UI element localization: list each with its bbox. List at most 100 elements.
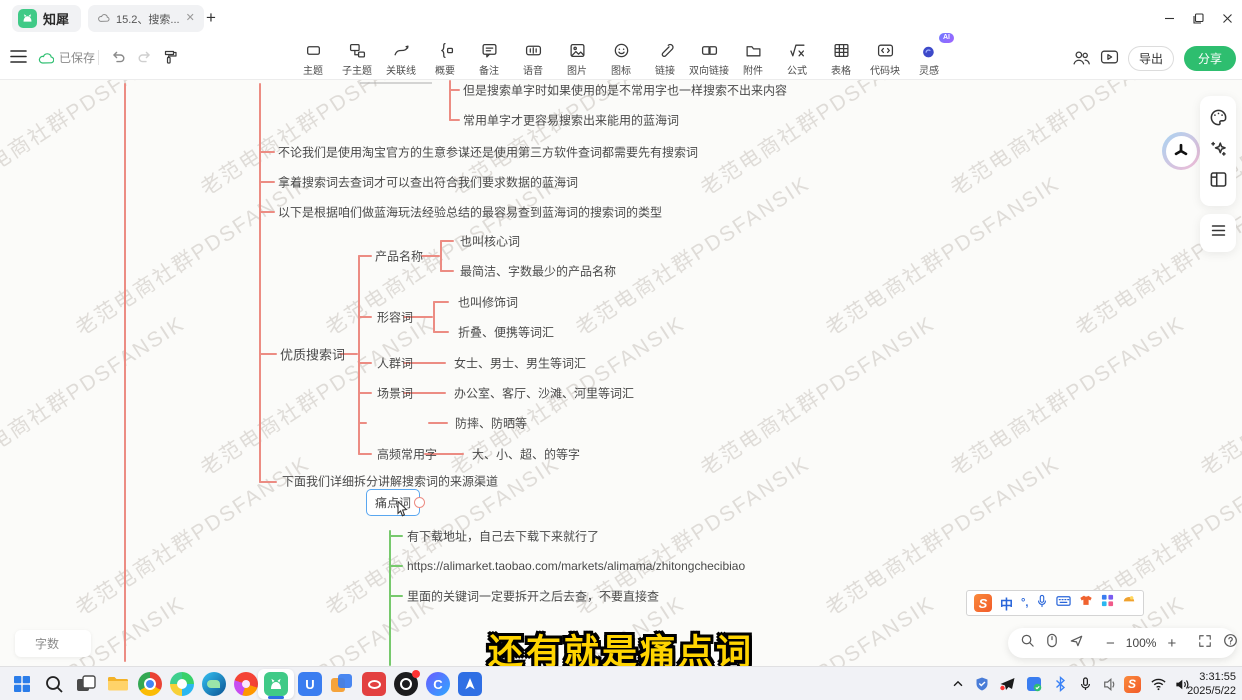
tray-app-check[interactable] [1024,674,1044,694]
tray-bluetooth[interactable] [1050,674,1070,694]
app-logo[interactable]: 知犀 [12,5,81,32]
tool-relation-line[interactable]: 关联线 [378,40,424,77]
tool-link[interactable]: 链接 [642,40,688,77]
mindmap-node[interactable]: 也叫核心词 [460,233,520,250]
mindmap-node[interactable]: 大、小、超、的等字 [472,446,580,463]
mindmap-node[interactable]: 最简洁、字数最少的产品名称 [460,263,616,280]
zoom-out-button[interactable]: − [1106,636,1115,651]
help-icon[interactable] [1223,633,1238,653]
tray-wifi[interactable] [1148,674,1168,694]
mindmap-node[interactable]: 人群词 [377,355,413,372]
canvas[interactable]: 老范电商社群PDSFANSIK老范电商社群PDSFANSIK老范电商社群PDSF… [0,80,1242,666]
tool-note[interactable]: 备注 [466,40,512,77]
word-count-toggle[interactable]: 字数 [15,630,91,657]
mindmap-node[interactable]: 办公室、客厅、沙滩、河里等词汇 [454,385,634,402]
zoom-level[interactable]: 100% [1126,636,1157,650]
obs-button[interactable] [394,672,418,696]
close-button[interactable] [1213,0,1242,36]
mindmap-node[interactable]: 拿着搜索词去查词才可以查出符合我们要求数据的蓝海词 [278,174,578,191]
mindmap-node[interactable]: 下面我们详细拆分讲解搜索词的来源渠道 [282,473,498,490]
mindmap-node[interactable]: 女士、男士、男生等词汇 [454,355,586,372]
minimize-button[interactable] [1155,0,1184,36]
mindmap-node-selected[interactable]: 痛点词 [366,489,420,516]
search-icon[interactable] [1020,633,1035,653]
browser-360-button[interactable] [170,672,194,696]
app-blue-u-button[interactable]: U [298,672,322,696]
beautify-wand-button[interactable] [1209,139,1228,163]
mindmap-node[interactable]: 折叠、便携等词汇 [458,324,554,341]
tray-telegram[interactable] [997,674,1017,694]
layout-button[interactable] [1209,170,1228,194]
mindmap-node[interactable]: 不论我们是使用淘宝官方的生意参谋还是使用第三方软件查词都需要先有搜索词 [278,144,698,161]
zhixi-app-button-active[interactable] [264,672,288,696]
tray-audio-device[interactable] [1098,674,1118,694]
mindmap-node[interactable]: 但是搜索单字时如果使用的是不常用字也一样搜索不出来内容 [463,82,787,99]
ime-toolbox-icon[interactable] [1101,594,1114,612]
share-button[interactable]: 分享 [1184,46,1236,71]
maximize-button[interactable] [1184,0,1213,36]
mindmap-node[interactable]: 常用单字才更容易搜索出来能用的蓝海词 [463,112,679,129]
mindmap-node[interactable]: 防摔、防晒等 [455,415,527,432]
format-painter-button[interactable] [162,49,179,71]
taskbar-clock[interactable]: 3:31:55 2025/5/22 [1187,670,1236,698]
chrome-button[interactable] [138,672,162,696]
video-tutorial-button[interactable] [1100,49,1119,70]
app-red-o-button[interactable] [362,672,386,696]
tool-summary[interactable]: 概要 [422,40,468,77]
edge-button[interactable] [202,672,226,696]
app-purple-circle-button[interactable]: C [426,672,450,696]
tool-topic[interactable]: 主题 [290,40,336,77]
start-button[interactable] [10,672,34,696]
mindmap-node[interactable]: 以下是根据咱们做蓝海玩法经验总结的最容易查到蓝海词的搜索词的类型 [278,204,662,221]
tool-voice[interactable]: 语音 [510,40,556,77]
tool-formula[interactable]: 公式 [774,40,820,77]
brand-float-button[interactable] [1162,132,1200,170]
mindmap-node[interactable]: 形容词 [377,309,413,326]
ime-language-toggle[interactable]: 中 [1000,594,1013,613]
tool-subtopic[interactable]: 子主题 [334,40,380,77]
redo-button[interactable] [136,49,153,70]
ime-mic-icon[interactable] [1036,594,1048,613]
collapse-handle[interactable] [414,497,425,508]
sogou-logo-icon[interactable]: S [974,594,992,612]
mindmap-node[interactable]: 也叫修饰词 [458,294,518,311]
tool-code-block[interactable]: 代码块 [862,40,908,77]
mouse-mode-icon[interactable] [1046,633,1058,653]
navigation-icon[interactable] [1069,633,1084,653]
undo-button[interactable] [110,49,127,70]
mindmap-node[interactable]: 里面的关键词一定要拆开之后去查，不要直接查 [407,588,659,605]
document-tab[interactable]: 15.2、搜索... ✕ [88,5,204,32]
new-tab-button[interactable]: + [200,7,222,29]
mindmap-node[interactable]: 场景词 [377,385,413,402]
tab-close-icon[interactable]: ✕ [186,13,195,24]
tray-microphone[interactable] [1075,674,1095,694]
ime-keyboard-icon[interactable] [1056,594,1071,612]
outline-list-button[interactable] [1209,221,1228,245]
app-blue-rocket-button[interactable] [458,672,482,696]
menu-button[interactable] [10,49,27,69]
tool-table[interactable]: 表格 [818,40,864,77]
ime-emoji-icon[interactable] [1122,594,1136,612]
tray-security-shield[interactable] [972,674,992,694]
ime-punctuation-toggle[interactable]: °, [1021,597,1028,609]
zoom-in-button[interactable]: + [1167,636,1176,651]
fullscreen-icon[interactable] [1198,634,1212,653]
collaborate-button[interactable] [1072,49,1091,71]
tool-bidirectional-link[interactable]: 双向链接 [686,40,732,77]
file-explorer-button[interactable] [106,672,130,696]
tray-expand-button[interactable] [948,674,968,694]
tool-attachment[interactable]: 附件 [730,40,776,77]
tray-sogou[interactable]: S [1122,674,1142,694]
browser-colorful-button[interactable] [234,672,258,696]
app-orange-blue-button[interactable] [330,672,354,696]
ime-skin-icon[interactable] [1079,594,1093,612]
mindmap-node[interactable]: 高频常用字 [377,446,437,463]
task-view-button[interactable] [74,672,98,696]
taskbar-search-button[interactable] [42,672,66,696]
export-button[interactable]: 导出 [1128,46,1174,71]
tool-sticker[interactable]: 图标 [598,40,644,77]
theme-palette-button[interactable] [1209,108,1228,132]
tool-image[interactable]: 图片 [554,40,600,77]
mindmap-node[interactable]: 产品名称 [375,248,423,265]
tool-inspiration[interactable]: AI 灵感 [906,40,952,77]
